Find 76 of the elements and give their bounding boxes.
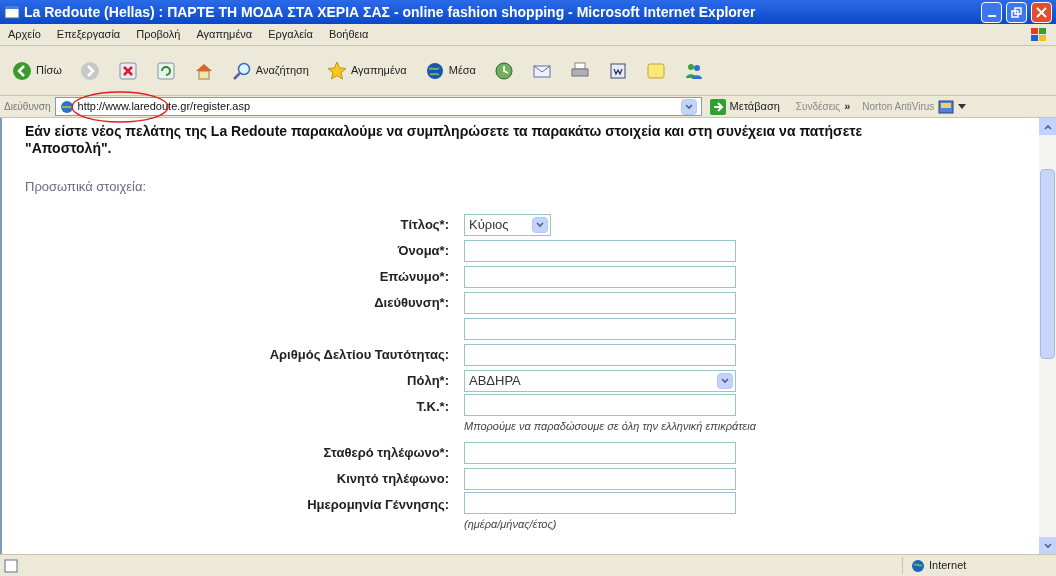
scrollbar[interactable] [1039, 118, 1056, 554]
text-input[interactable] [464, 291, 736, 314]
page-icon [4, 558, 18, 573]
caret-icon [684, 103, 693, 110]
field-label: Κινητό τηλέφωνο: [336, 470, 449, 489]
field-hint: Μπορούμε να παραδώσουμε σε όλη την ελληνική επικράτεια [464, 418, 756, 434]
field-label: Σταθερό τηλέφωνο*: [323, 444, 449, 463]
caret-up-icon [1043, 123, 1052, 130]
close-button[interactable] [1031, 1, 1052, 23]
globe-icon [424, 60, 445, 81]
text-input[interactable] [464, 492, 736, 514]
field-label: Αριθμός Δελτίου Ταυτότητας: [269, 345, 449, 364]
text-input[interactable] [464, 265, 736, 288]
menu-item[interactable]: Αγαπημένα [196, 26, 253, 43]
toolbar-button[interactable]: Αγαπημένα [322, 55, 411, 86]
minimize-icon [987, 14, 996, 17]
zone-label: Internet [929, 558, 967, 574]
refresh-icon [155, 60, 176, 81]
text-input[interactable] [464, 343, 736, 366]
windows-flag-icon [1030, 26, 1048, 43]
document-icon [607, 60, 628, 81]
more-chevron[interactable]: » [844, 98, 851, 115]
window-title: La Redoute (Hellas) : ΠΑΡΤΕ ΤΗ ΜΟΔΑ ΣΤΑ ΧΕΡΙΑ ΣΑΣ - online fashion shopping - Microsoft Internet Explorer [24, 2, 757, 22]
intro-paragraph: Εάν είστε νέος πελάτης της La Redoute παρακαλούμε να συμπληρώσετε τα παρακάτω στοιχεία και στη συνέχεια να πατήσετε "Αποστολή". [25, 123, 864, 157]
toolbar-button[interactable]: Μέσα [420, 55, 480, 86]
text-input[interactable] [464, 317, 736, 340]
maximize-button[interactable] [1006, 1, 1027, 23]
star-icon [326, 60, 347, 81]
text-input[interactable] [464, 468, 736, 490]
menu-item[interactable]: Αρχείο [8, 26, 41, 43]
caret-icon [721, 377, 729, 384]
close-icon [1036, 6, 1047, 18]
search-icon [231, 60, 252, 81]
dropdown-arrow-button[interactable] [680, 98, 697, 115]
minimize-button[interactable] [981, 1, 1002, 23]
text-input[interactable] [464, 442, 736, 464]
go-button[interactable]: Μετάβαση [705, 98, 784, 115]
scroll-up-button[interactable] [1039, 118, 1056, 135]
text-input[interactable] [464, 393, 736, 416]
dropdown-arrow-button[interactable] [532, 216, 548, 233]
section-heading: Προσωπικά στοιχεία: [25, 178, 148, 196]
field-label: Διεύθυνση*: [374, 293, 449, 312]
menu-item[interactable]: Προβολή [136, 26, 181, 43]
field-label: Τ.Κ.*: [416, 397, 449, 416]
select-value: Κύριος [469, 215, 509, 234]
field-hint: (ημέρα/μήνας/έτος) [464, 517, 557, 532]
field-label: Ημερομηνία Γέννησης: [307, 496, 449, 515]
select-field[interactable]: ΑΒΔΗΡΑ [464, 369, 736, 392]
toolbar-button[interactable]: Πίσω [8, 55, 66, 86]
norton-icon[interactable] [938, 99, 955, 114]
go-arrow-icon [709, 98, 726, 115]
field-label: Όνομα*: [397, 241, 449, 260]
caret-icon [536, 221, 544, 228]
caret-icon [1043, 542, 1052, 549]
select-value: ΑΒΔΗΡΑ [469, 371, 521, 390]
dropdown-arrow-button[interactable] [717, 372, 733, 389]
scroll-thumb[interactable] [1040, 169, 1055, 359]
page-icon [59, 99, 74, 114]
stop-icon [117, 60, 138, 81]
scroll-down-button[interactable] [1039, 537, 1056, 554]
text-input[interactable] [464, 239, 736, 262]
clock-icon [493, 60, 514, 81]
globe-icon [911, 558, 925, 573]
note-icon [645, 60, 666, 81]
maximize-icon [1011, 6, 1022, 18]
menu-item[interactable]: Εργαλεία [268, 26, 313, 43]
field-label: Τίτλος*: [400, 215, 449, 234]
menu-item[interactable]: Βοήθεια [328, 26, 369, 43]
field-label: Επώνυμο*: [379, 267, 449, 286]
select-field[interactable]: Κύριος [464, 213, 551, 236]
field-label: Πόλη*: [407, 371, 449, 390]
menu-item[interactable]: Επεξεργασία [56, 26, 121, 43]
address-label: Διεύθυνση [4, 100, 51, 114]
toolbar-button[interactable]: Αναζήτηση [227, 55, 313, 86]
browser-page-icon [4, 4, 20, 20]
dropdown-arrow-icon[interactable] [958, 103, 967, 110]
